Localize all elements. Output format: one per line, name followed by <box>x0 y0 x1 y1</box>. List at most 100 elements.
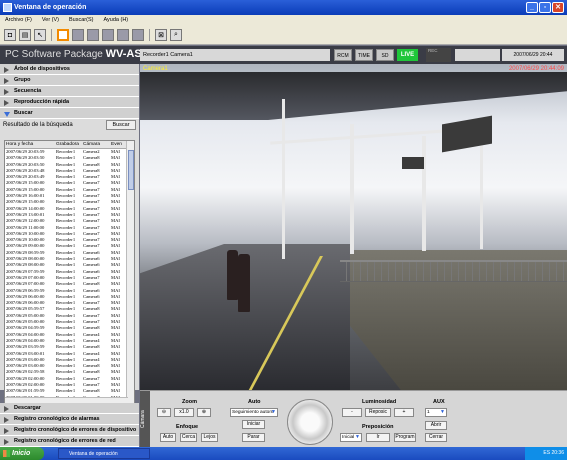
video-timestamp: 2007/06/29 20:44:09 <box>508 66 564 72</box>
fullscreen-icon[interactable]: ⊠ <box>155 29 167 41</box>
stop-button[interactable]: Parar <box>242 433 265 442</box>
minimize-button[interactable]: _ <box>526 2 538 13</box>
sd-button[interactable]: SD <box>376 49 394 61</box>
auto-mode-select[interactable]: Seguimiento autom <box>230 408 278 417</box>
pan-tilt-dial[interactable] <box>287 399 333 445</box>
brand-prefix: PC Software Package <box>5 49 103 60</box>
zoom-search-icon[interactable]: ⌕ <box>170 29 182 41</box>
pole <box>350 124 354 254</box>
search-button[interactable]: Buscar <box>106 120 136 130</box>
layout-4-icon[interactable] <box>72 29 84 41</box>
system-tray: ES 20:36 <box>525 447 567 460</box>
focus-near-button[interactable]: Cerca <box>180 433 197 442</box>
col-event[interactable]: Even <box>110 141 126 148</box>
col-recorder[interactable]: Grabadora <box>55 141 82 148</box>
datetime-field: 2007/06/29 20:44 <box>502 49 564 61</box>
tray-language[interactable]: ES <box>543 450 550 456</box>
preset-select[interactable]: Inicial <box>340 433 362 442</box>
menu-ver[interactable]: Ver (V) <box>42 15 59 26</box>
aux-open-button[interactable]: Abrir <box>425 421 447 430</box>
results-table-body: 2007/06/29 20:03:59 Recorder1 Camera2 MAI 20… <box>5 149 134 405</box>
departure-board <box>442 115 492 153</box>
live-indicator[interactable]: LIVE <box>397 49 418 61</box>
zoom-in-icon[interactable]: ⊕ <box>197 408 211 417</box>
pole <box>282 99 285 259</box>
col-camera[interactable]: Cámara <box>82 141 110 148</box>
layout-1-icon[interactable] <box>57 29 69 41</box>
brightness-reset-button[interactable]: Reposic <box>365 408 391 417</box>
taskbar-window-button[interactable]: Ventana de operación <box>58 448 150 459</box>
layout-7-icon[interactable] <box>87 29 99 41</box>
toolbar-divider <box>149 29 150 41</box>
table-vertical-scrollbar[interactable] <box>126 141 134 405</box>
col-datetime[interactable]: Hora y fecha <box>5 141 55 148</box>
scroll-thumb[interactable] <box>128 150 134 190</box>
person <box>227 250 238 300</box>
app-icon <box>3 3 12 12</box>
rcm-button[interactable]: RCM <box>334 49 352 61</box>
menu-archivo[interactable]: Archivo (F) <box>5 15 32 26</box>
aux-label: AUX <box>433 399 445 405</box>
camera-video[interactable]: Camera1 2007/06/29 20:44:09 <box>140 64 567 390</box>
auto-label: Auto <box>248 399 261 405</box>
search-results-header: Resultado de la búsqueda Buscar <box>0 119 139 131</box>
aux-close-button[interactable]: Cerrar <box>425 433 447 442</box>
maximize-button[interactable]: ▫ <box>539 2 551 13</box>
zoom-value-button[interactable]: x1.0 <box>174 408 194 417</box>
nav-search[interactable]: Buscar <box>0 108 139 119</box>
header-bar: PC Software Package WV-ASM100 Recorder1 … <box>0 46 567 64</box>
results-table-header: Hora y fecha Grabadora Cámara Even <box>5 141 134 149</box>
close-button[interactable]: ✕ <box>552 2 564 13</box>
fence <box>340 260 567 282</box>
focus-auto-button[interactable]: Auto <box>160 433 176 442</box>
layout-16-icon[interactable] <box>132 29 144 41</box>
brightness-minus-button[interactable]: - <box>342 408 362 417</box>
brightness-label: Luminosidad <box>362 399 397 405</box>
cursor-icon[interactable]: ↖ <box>34 29 46 41</box>
time-button[interactable]: TIME <box>355 49 373 61</box>
station-roof <box>140 72 567 120</box>
nav-alarm-log[interactable]: Registro cronológico de alarmas <box>0 414 139 425</box>
taskbar: Inicio Ventana de operación ES 20:36 <box>0 447 567 460</box>
start-button[interactable]: Iniciar <box>242 420 265 429</box>
nav-device-error-log[interactable]: Registro cronológico de errores de dispo… <box>0 425 139 436</box>
menu-bar: Archivo (F) Ver (V) Buscar(S) Ayuda (H) <box>0 15 567 26</box>
layout-10-icon[interactable] <box>117 29 129 41</box>
window-title: Ventana de operación <box>14 4 87 11</box>
zoom-out-icon[interactable]: ⊖ <box>157 408 171 417</box>
nav-network-error-log[interactable]: Registro cronológico de errores de red <box>0 436 139 447</box>
menu-buscar[interactable]: Buscar(S) <box>69 15 93 26</box>
camera-controls: Cámara Zoom ⊖ x1.0 ⊕ Enfoque Auto Cerca … <box>140 390 567 448</box>
pole <box>422 136 426 251</box>
go-button[interactable]: Ir <box>366 433 390 442</box>
toolbar: ◘ ▤ ↖ ⊠ ⌕ <box>0 26 567 45</box>
tray-clock: 20:36 <box>551 450 564 456</box>
speaker-box <box>402 157 424 169</box>
camera-tab[interactable]: Cámara <box>140 391 150 448</box>
nav-download[interactable]: Descargar <box>0 403 139 414</box>
nav-quick-playback[interactable]: Reproducción rápida <box>0 97 139 108</box>
search-results-label: Resultado de la búsqueda <box>3 122 73 128</box>
aux-select[interactable]: 1 <box>425 408 447 417</box>
camera-field: Recorder1 Camera1 <box>140 49 330 61</box>
focus-far-button[interactable]: Lejos <box>201 433 218 442</box>
rec-indicator: REC <box>426 48 451 62</box>
results-table: Hora y fecha Grabadora Cámara Even 2007/… <box>4 140 135 406</box>
program-button[interactable]: Program <box>394 433 416 442</box>
bottom-nav: Descargar Registro cronológico de alarma… <box>0 403 139 447</box>
camera-icon[interactable]: ◘ <box>4 29 16 41</box>
pole <box>480 144 483 249</box>
nav-device-tree[interactable]: Árbol de dispositivos <box>0 64 139 75</box>
nav-sequence[interactable]: Secuencia <box>0 86 139 97</box>
brightness-plus-button[interactable]: + <box>394 408 414 417</box>
video-camera-label: Camera1 <box>143 66 168 72</box>
start-button[interactable]: Inicio <box>0 447 44 460</box>
sidebar: Árbol de dispositivos Grupo Secuencia Re… <box>0 64 139 406</box>
layout-9-icon[interactable] <box>102 29 114 41</box>
toolbar-divider <box>51 29 52 41</box>
printer-icon[interactable]: ▤ <box>19 29 31 41</box>
nav-group[interactable]: Grupo <box>0 75 139 86</box>
window-titlebar: Ventana de operación _ ▫ ✕ <box>0 0 567 15</box>
menu-ayuda[interactable]: Ayuda (H) <box>103 15 128 26</box>
focus-label: Enfoque <box>176 424 198 430</box>
